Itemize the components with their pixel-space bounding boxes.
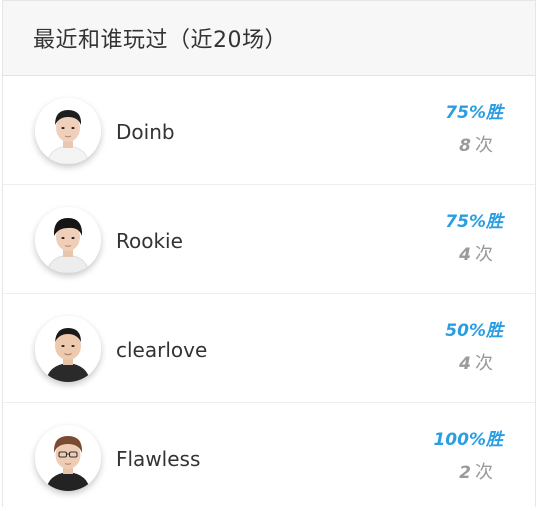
games-count-unit: 次 xyxy=(475,353,493,374)
win-rate: 75%胜 xyxy=(445,103,503,123)
recent-teammates-panel: 最近和谁玩过（近20场） Doinb 75%胜 8 次 Rookie 75%胜 … xyxy=(2,0,536,507)
games-count: 2次 xyxy=(383,462,503,484)
player-name[interactable]: Flawless xyxy=(116,447,200,471)
games-count-number: 8 xyxy=(459,136,471,156)
player-stats: 75%胜 4次 xyxy=(383,211,503,266)
teammate-row[interactable]: Rookie 75%胜 4次 xyxy=(3,185,535,294)
games-count-unit: 次 xyxy=(475,244,493,265)
player-avatar-icon[interactable] xyxy=(35,425,101,491)
win-rate: 100%胜 xyxy=(433,430,503,450)
panel-header: 最近和谁玩过（近20场） xyxy=(3,1,535,76)
teammate-row[interactable]: Flawless 100%胜 2次 xyxy=(3,403,535,511)
player-name[interactable]: Doinb xyxy=(116,120,175,144)
games-count: 4次 xyxy=(383,244,503,266)
games-count: 8次 xyxy=(383,135,503,157)
teammate-list: Doinb 75%胜 8次 Rookie 75%胜 4 次 clearlove … xyxy=(3,76,535,511)
win-rate: 50%胜 xyxy=(445,321,503,341)
panel-title: 最近和谁玩过（近20场） xyxy=(33,28,287,53)
games-count-number: 4 xyxy=(459,354,471,374)
player-stats: 50%胜 4次 xyxy=(383,320,503,375)
player-name[interactable]: clearlove xyxy=(116,338,207,362)
player-avatar-icon[interactable] xyxy=(35,316,101,382)
games-count: 4次 xyxy=(383,353,503,375)
games-count-unit: 次 xyxy=(475,135,493,156)
games-count-unit: 次 xyxy=(475,462,493,483)
games-count-number: 4 xyxy=(459,245,471,265)
player-name[interactable]: Rookie xyxy=(116,229,183,253)
teammate-row[interactable]: clearlove 50%胜 4次 xyxy=(3,294,535,403)
player-stats: 75%胜 8次 xyxy=(383,102,503,157)
player-avatar-icon[interactable] xyxy=(35,98,101,164)
player-stats: 100%胜 2次 xyxy=(383,429,503,484)
games-count-number: 2 xyxy=(459,463,471,483)
teammate-row[interactable]: Doinb 75%胜 8次 xyxy=(3,76,535,185)
win-rate: 75%胜 xyxy=(445,212,503,232)
player-avatar-icon[interactable] xyxy=(35,207,101,273)
